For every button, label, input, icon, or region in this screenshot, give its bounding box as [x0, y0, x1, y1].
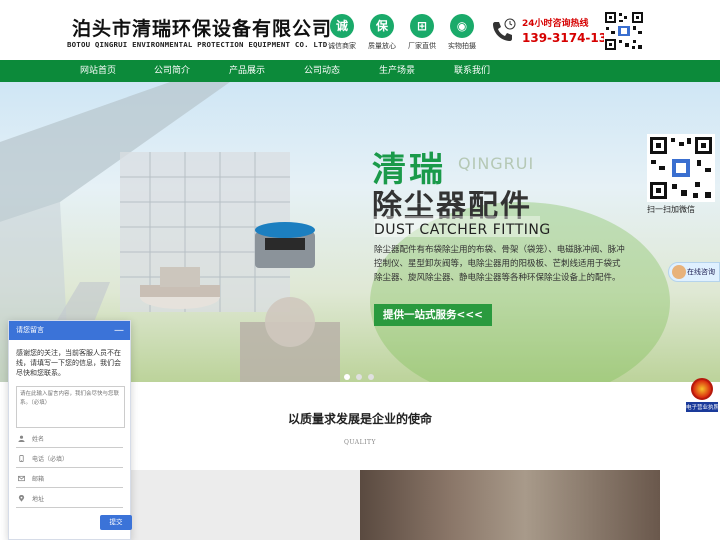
nav-products[interactable]: 产品展示: [229, 60, 265, 82]
camera-icon: ◉: [450, 14, 474, 38]
badge-label: 质量放心: [368, 42, 396, 50]
company-name[interactable]: 泊头市清瑞环保设备有限公司: [72, 14, 332, 41]
business-license-badge[interactable]: 电子营业执照: [686, 378, 719, 412]
phone-input[interactable]: [32, 454, 122, 464]
badge-direct-supply: ⊞ 厂家直供: [402, 14, 442, 51]
badge-label: 厂家直供: [408, 42, 436, 50]
email-field: [16, 468, 123, 488]
wechat-qr-icon: [647, 134, 715, 202]
phone-icon: [19, 455, 24, 462]
slider-dots: [344, 365, 380, 382]
qr-caption: 扫一扫加微信: [647, 205, 695, 214]
main-nav: 网站首页 公司简介 产品展示 公司动态 生产场景 联系我们: [0, 60, 720, 82]
factory-photo[interactable]: [360, 470, 660, 540]
consult-label: 在线咨询: [687, 268, 715, 276]
mail-icon: [18, 475, 25, 482]
badge-label: 实物拍摄: [448, 42, 476, 50]
chat-header-title: 请您留言: [16, 326, 44, 334]
badge-quality: 保 质量放心: [362, 14, 402, 51]
slider-dot-3[interactable]: [368, 374, 374, 380]
hotline-hours: 24小时咨询热线: [522, 19, 589, 29]
content-placeholder: [130, 470, 360, 540]
chat-widget: 请您留言 — 感谢您的关注，当前客服人员不在线，请填写一下您的信息，我们会尽快和…: [8, 320, 132, 540]
email-input[interactable]: [32, 474, 122, 484]
person-icon: [18, 435, 25, 442]
qr-code-icon: [604, 11, 644, 51]
name-input[interactable]: [32, 434, 122, 444]
banner-subtitle-en: DUST CATCHER FITTING: [374, 222, 551, 238]
online-consult-button[interactable]: 在线咨询: [668, 262, 720, 282]
site-header: 泊头市清瑞环保设备有限公司 BOTOU QINGRUI ENVIRONMENTA…: [0, 0, 720, 60]
submit-button[interactable]: 提交: [100, 515, 132, 530]
phone-field: [16, 448, 123, 468]
police-emblem-icon: [691, 378, 713, 400]
phone-24h-icon: [493, 18, 516, 41]
one-stop-service-button[interactable]: 提供一站式服务<<<: [374, 304, 492, 326]
quality-icon: 保: [370, 14, 394, 38]
badge-integrity: 诚 诚信商家: [322, 14, 362, 51]
banner-title-en: QINGRUI: [458, 154, 535, 173]
minimize-button[interactable]: —: [114, 321, 124, 340]
cart-icon: ⊞: [410, 14, 434, 38]
badge-real-photo: ◉ 实物拍摄: [442, 14, 482, 51]
slider-dot-1[interactable]: [344, 374, 350, 380]
nav-about[interactable]: 公司简介: [154, 60, 190, 82]
slider-dot-2[interactable]: [356, 374, 362, 380]
nav-home[interactable]: 网站首页: [80, 60, 116, 82]
badge-label: 诚信商家: [328, 42, 356, 50]
agent-avatar: [672, 265, 686, 279]
nav-news[interactable]: 公司动态: [304, 60, 340, 82]
integrity-icon: 诚: [330, 14, 354, 38]
nav-contact[interactable]: 联系我们: [454, 60, 490, 82]
location-icon: [18, 495, 25, 502]
address-input[interactable]: [32, 494, 122, 504]
message-textarea[interactable]: [16, 386, 125, 428]
address-field: [16, 488, 123, 508]
chat-header: 请您留言 —: [9, 321, 130, 340]
nav-production[interactable]: 生产场景: [379, 60, 415, 82]
company-name-en: BOTOU QINGRUI ENVIRONMENTAL PROTECTION E…: [67, 40, 328, 49]
chat-message: 感谢您的关注，当前客服人员不在线，请填写一下您的信息，我们会尽快和您联系。: [16, 349, 121, 377]
name-field: [16, 428, 123, 448]
banner-description: 除尘器配件有布袋除尘用的布袋、骨架（袋笼）、电磁脉冲阀、脉冲控制仪、星型卸灰阀等…: [374, 245, 625, 283]
